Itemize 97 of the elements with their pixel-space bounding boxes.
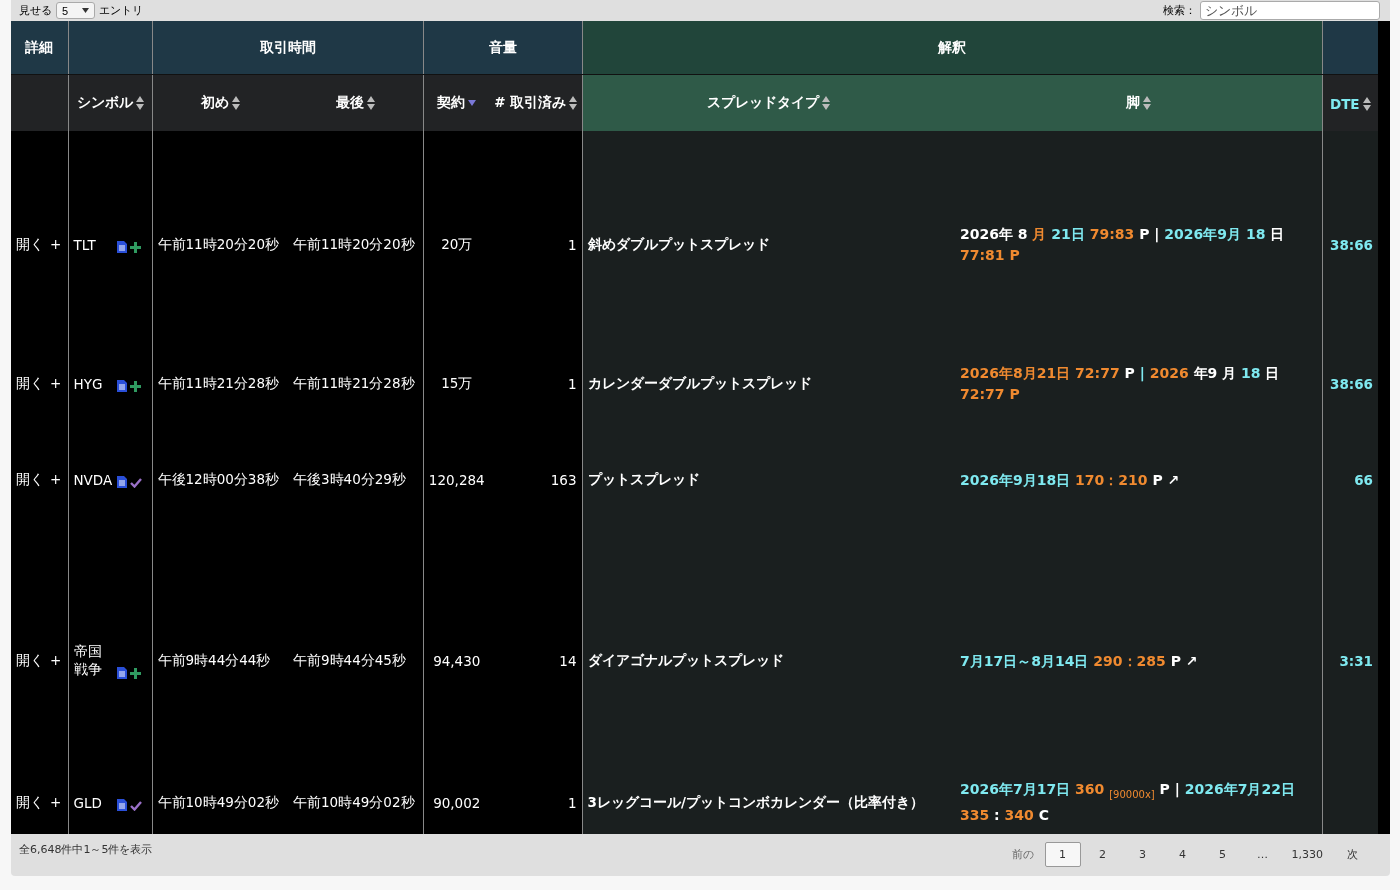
- open-link[interactable]: 開く: [16, 375, 44, 391]
- expand-link[interactable]: +: [50, 236, 62, 252]
- symbol-text: GLD: [73, 794, 103, 811]
- page-size-select[interactable]: 5: [56, 2, 96, 19]
- table-cell: 1: [490, 131, 582, 359]
- expand-link[interactable]: +: [50, 793, 62, 810]
- sort-icon: [822, 96, 831, 110]
- legs-cell: 2026年 8 月 21日 79:83 P | 2026年9月 18 日 77:81 P: [955, 131, 1322, 359]
- legs-cell: 2026年9月18日 170：210 P ↗: [955, 409, 1322, 551]
- dte-cell: 66: [1322, 409, 1378, 551]
- expand-link[interactable]: +: [50, 375, 62, 391]
- checkmark-icon: [129, 800, 142, 811]
- legs-cell: 2026年8月21日 72:77 P | 2026 年9 月 18 日 72:77 P: [955, 359, 1322, 409]
- column-header[interactable]: 脚: [955, 74, 1322, 131]
- entries-info: 全6,648件中1～5件を表示: [19, 842, 153, 857]
- open-link[interactable]: 開く: [16, 236, 44, 252]
- next-page-link[interactable]: 次: [1334, 841, 1370, 868]
- plus-icon[interactable]: [129, 668, 141, 679]
- table-cell: 午後12時00分38秒: [152, 409, 288, 551]
- page-link[interactable]: 1: [1044, 842, 1081, 867]
- group-header: 解釈: [582, 21, 1322, 75]
- plus-icon[interactable]: [129, 381, 141, 392]
- column-header[interactable]: 最後: [288, 74, 423, 131]
- column-header[interactable]: # 取引済み: [490, 74, 582, 131]
- expand-link[interactable]: +: [50, 471, 62, 487]
- document-icon[interactable]: [116, 667, 127, 679]
- table-cell: 1: [490, 359, 582, 409]
- expand-link[interactable]: +: [50, 652, 62, 668]
- table-cell: 午前11時21分28秒: [288, 359, 423, 409]
- table-cell: 163: [490, 409, 582, 551]
- table-cell: 94,430: [423, 551, 490, 771]
- dte-cell: 38:66: [1322, 131, 1378, 359]
- table-cell: 20万: [423, 131, 490, 359]
- page-link[interactable]: 2: [1084, 842, 1121, 867]
- sort-icon: [569, 96, 578, 110]
- column-header[interactable]: 初め: [152, 74, 288, 131]
- open-link[interactable]: 開く: [16, 793, 44, 810]
- table-cell: 90,002: [423, 771, 490, 834]
- document-icon[interactable]: [116, 380, 127, 392]
- dte-cell: 3:31: [1322, 551, 1378, 771]
- spread-type-cell: ダイアゴナルプットスプレッド: [582, 551, 955, 771]
- document-icon[interactable]: [116, 476, 127, 488]
- entries-label: エントリ: [99, 3, 144, 18]
- document-icon[interactable]: [116, 798, 127, 811]
- symbol-text: TLT: [73, 237, 97, 253]
- search-label: 検索：: [1163, 3, 1196, 18]
- table-cell: 午前10時49分02秒: [152, 771, 288, 834]
- table-cell: 14: [490, 551, 582, 771]
- spread-type-cell: カレンダーダブルプットスプレッド: [582, 359, 955, 409]
- previous-page-link[interactable]: 前の: [1004, 841, 1041, 868]
- symbol-text: HYG: [73, 376, 104, 392]
- table-cell: 午前9時44分44秒: [152, 551, 288, 771]
- search-field[interactable]: シンボル: [1200, 1, 1380, 20]
- legs-cell: 2026年7月17日 360 $_{[90000x]}$ P | 2026年7月22日 335 : 340 C: [955, 771, 1322, 834]
- table-cell: 午前10時49分02秒: [288, 771, 423, 834]
- page-link[interactable]: 5: [1204, 842, 1241, 867]
- sort-icon: [1142, 96, 1151, 110]
- table-cell: 午後3時40分29秒: [288, 409, 423, 551]
- sort-icon: [1362, 96, 1371, 111]
- page-link[interactable]: 1,330: [1284, 842, 1330, 867]
- spread-type-cell: プットスプレッド: [582, 409, 955, 551]
- open-link[interactable]: 開く: [16, 652, 44, 668]
- spread-type-cell: 斜めダブルプットスプレッド: [582, 131, 955, 359]
- symbol-text: NVDA: [73, 472, 114, 488]
- open-link[interactable]: 開く: [16, 471, 44, 487]
- table-cell: 1: [490, 771, 582, 834]
- dte-cell: 38:66: [1322, 359, 1378, 409]
- table-cell: 午前11時20分20秒: [152, 131, 288, 359]
- column-header[interactable]: DTE: [1322, 74, 1378, 131]
- legs-cell: 7月17日～8月14日 290：285 P ↗: [955, 551, 1322, 771]
- table-cell: 120,284: [423, 409, 490, 551]
- show-label: 見せる: [19, 3, 52, 18]
- page-link[interactable]: 4: [1164, 842, 1201, 867]
- page-link[interactable]: 3: [1124, 842, 1161, 867]
- column-header[interactable]: シンボル: [68, 74, 152, 131]
- sort-icon: [135, 96, 144, 110]
- symbol-text: 帝国戦争: [73, 643, 103, 679]
- plus-icon[interactable]: [129, 242, 141, 253]
- spread-type-cell: 3レッグコール/プットコンボカレンダー（比率付き）: [582, 771, 955, 834]
- sort-icon: [366, 96, 375, 110]
- table-cell: 午前9時44分45秒: [288, 551, 423, 771]
- group-header: [1322, 21, 1378, 75]
- sort-descending-icon: [468, 99, 477, 107]
- group-header: 取引時間: [152, 21, 423, 75]
- sort-icon: [231, 96, 240, 110]
- group-header: 詳細: [11, 21, 68, 75]
- page-link[interactable]: …: [1244, 842, 1281, 867]
- group-header: 音量: [423, 21, 582, 75]
- document-icon[interactable]: [116, 241, 127, 253]
- column-header[interactable]: 契約: [423, 74, 490, 131]
- dte-cell: [1322, 771, 1378, 834]
- table-cell: 午前11時21分28秒: [152, 359, 288, 409]
- column-header[interactable]: スプレッドタイプ: [582, 74, 955, 131]
- table-cell: 午前11時20分20秒: [288, 131, 423, 359]
- checkmark-icon: [129, 478, 142, 488]
- table-cell: 15万: [423, 359, 490, 409]
- caret-icon: [82, 8, 90, 13]
